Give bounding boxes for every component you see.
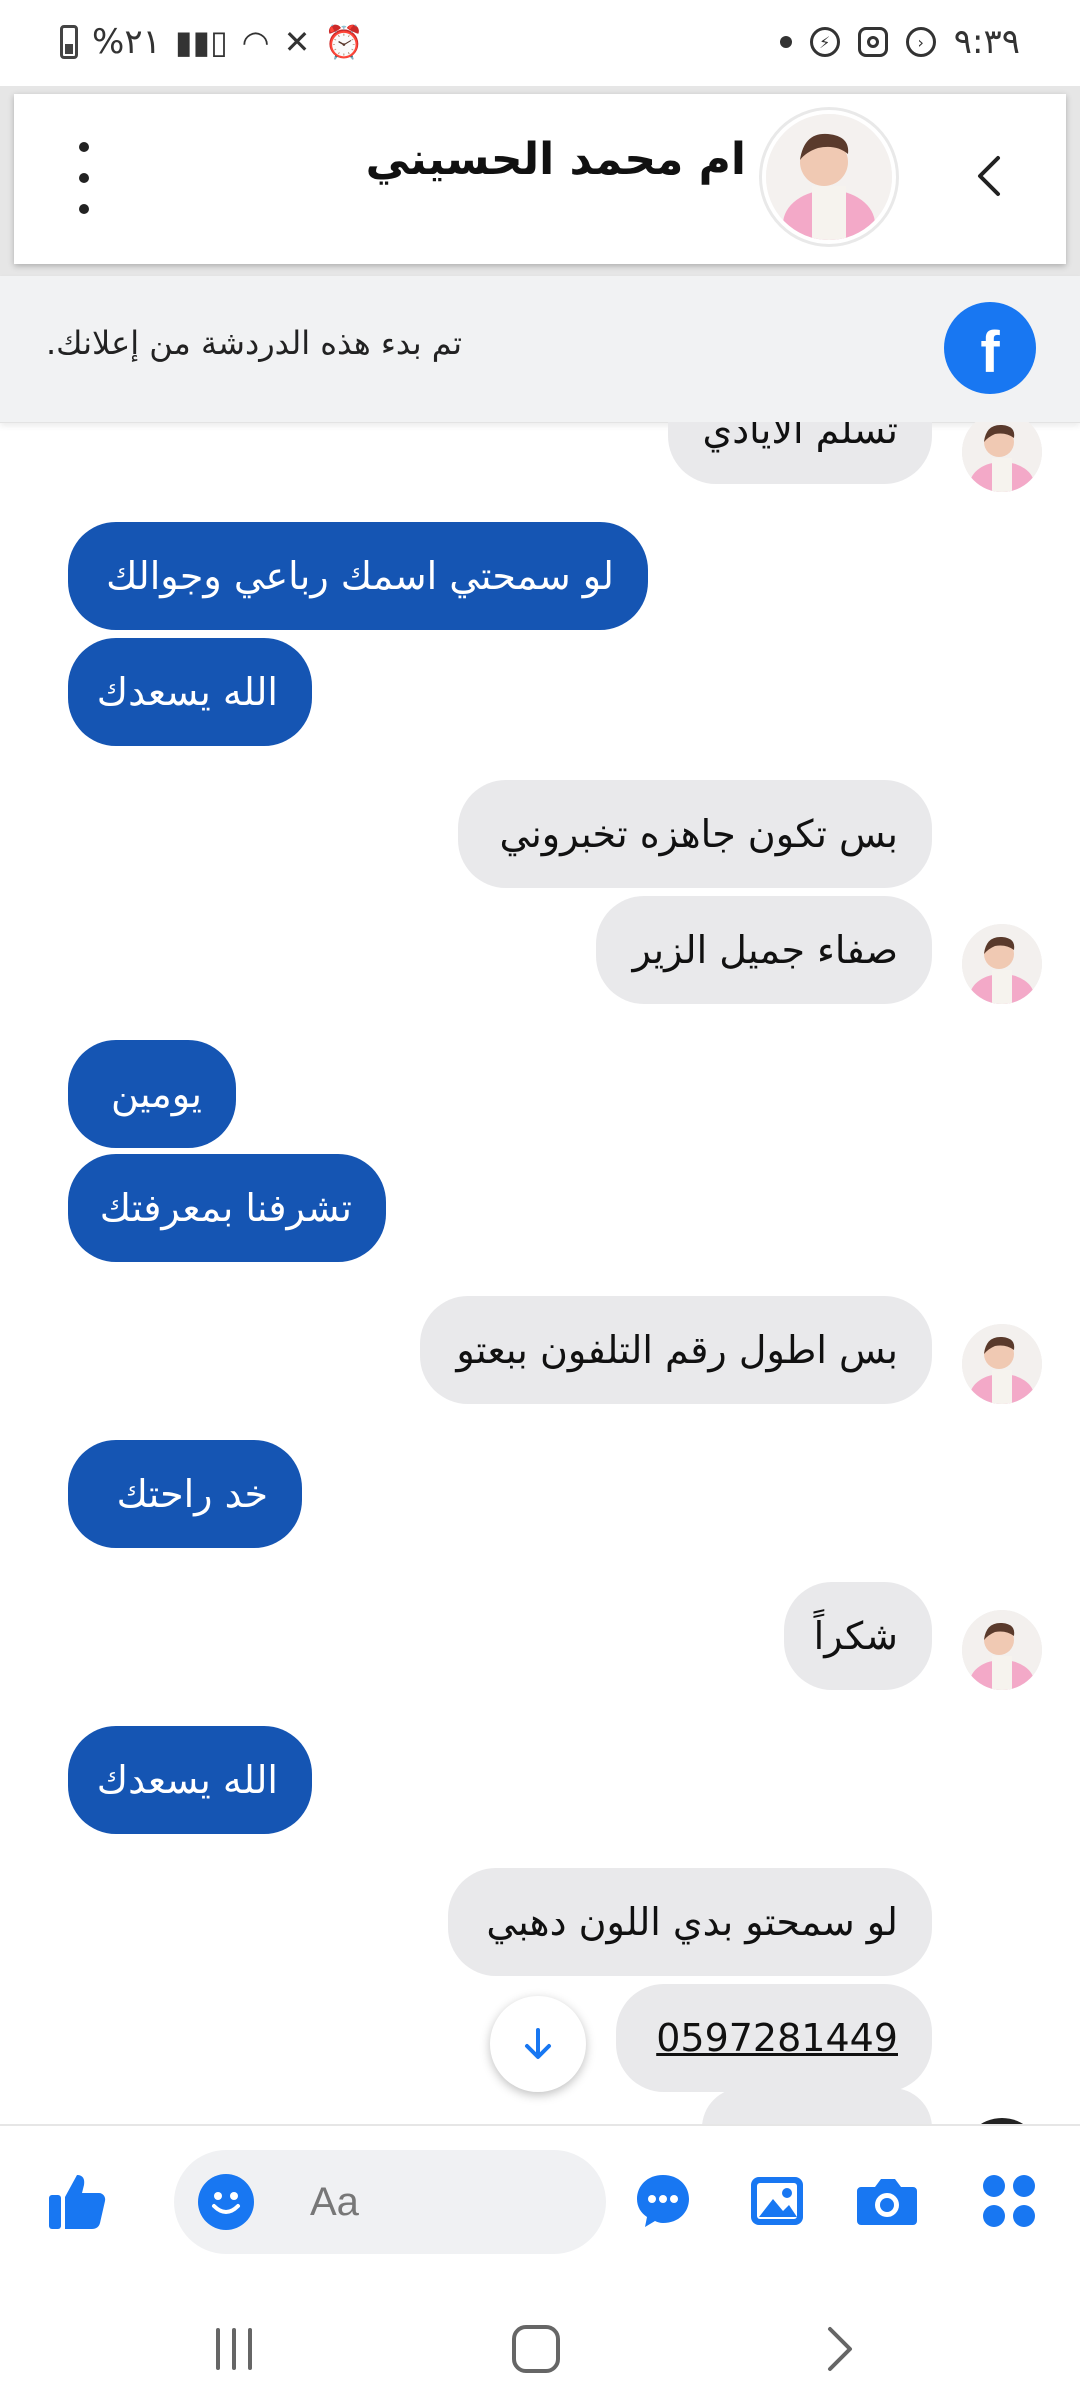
incoming-message[interactable]: لو سمحتو بدي اللون دهبي — [448, 1868, 932, 1976]
contact-avatar[interactable] — [762, 110, 896, 244]
gallery-button[interactable] — [744, 2168, 810, 2234]
message-text: تشرفنا بمعرفتك — [99, 1186, 352, 1230]
message-text: شكراً — [813, 1614, 898, 1658]
dot-icon — [79, 173, 89, 183]
avatar-image — [962, 1324, 1042, 1404]
chat-extensions-button[interactable] — [630, 2168, 696, 2234]
more-actions-button[interactable] — [976, 2168, 1042, 2234]
message-text: تسلم الايادي — [702, 422, 898, 452]
incoming-message[interactable]: صفاء جميل الزير — [596, 896, 932, 1004]
avatar-image — [962, 924, 1042, 1004]
thumbs-up-icon — [49, 2175, 106, 2229]
image-icon — [751, 2177, 803, 2225]
message-text: خد راحتك — [116, 1472, 268, 1516]
avatar-image — [766, 114, 892, 240]
outgoing-message[interactable]: يومين — [68, 1040, 236, 1148]
message-text: بس تكون جاهزه تخبروني — [499, 812, 898, 856]
message-text: لو سمحتو بدي اللون دهبي — [486, 1900, 898, 1944]
ad-origin-banner: .تم بدء هذه الدردشة من إعلانك f — [0, 276, 1080, 423]
incoming-message[interactable]: بس اطول رقم التلفون ببعتو — [420, 1296, 932, 1404]
camera-button[interactable] — [854, 2168, 920, 2234]
smiley-icon — [212, 2192, 240, 2214]
mute-icon: ✕ — [283, 23, 311, 61]
messenger-notification-icon: ⚡ — [809, 27, 840, 57]
instagram-notification-icon — [857, 27, 888, 57]
notification-dot-icon — [779, 36, 792, 48]
message-text: صفاء جميل الزير — [632, 928, 898, 972]
app-notification-icon: › — [905, 27, 936, 57]
contact-name[interactable]: ام محمد الحسيني — [366, 134, 746, 185]
like-button[interactable] — [44, 2168, 110, 2234]
ad-banner-text: .تم بدء هذه الدردشة من إعلانك — [46, 324, 462, 362]
scroll-to-bottom-button[interactable] — [490, 1996, 586, 2092]
outgoing-message[interactable]: الله يسعدك — [68, 638, 312, 746]
outgoing-message[interactable]: لو سمحتي اسمك رباعي وجوالك — [68, 522, 648, 630]
back-nav-button[interactable] — [800, 2314, 880, 2384]
avatar-image — [962, 1610, 1042, 1690]
message-input-placeholder: Aa — [310, 2180, 359, 2224]
chat-bubble-icon — [637, 2175, 689, 2227]
incoming-message[interactable]: شكراً — [784, 1582, 932, 1690]
status-right: ⚡ › ٩:٣٩ — [779, 22, 1020, 62]
battery-icon — [60, 25, 78, 59]
header-container: ام محمد الحسيني — [0, 86, 1080, 276]
more-options-button[interactable] — [72, 142, 96, 214]
signal-icon: ▮▮▯ — [174, 23, 228, 61]
outgoing-message[interactable]: تشرفنا بمعرفتك — [68, 1154, 386, 1262]
back-button[interactable] — [964, 146, 1014, 206]
home-button[interactable] — [496, 2314, 576, 2384]
sender-avatar[interactable] — [962, 422, 1042, 492]
message-text: الله يسعدك — [96, 1758, 278, 1802]
alarm-icon: ⏰ — [324, 23, 365, 61]
arrow-down-icon — [525, 2028, 551, 2059]
message-text: بس اطول رقم التلفون ببعتو — [456, 1328, 898, 1372]
battery-level: %٢١ — [92, 22, 161, 62]
facebook-icon: f — [944, 302, 1036, 394]
conversation-header: ام محمد الحسيني — [14, 94, 1066, 264]
home-icon — [512, 2325, 560, 2373]
recent-apps-button[interactable] — [194, 2314, 274, 2384]
emoji-button[interactable] — [198, 2174, 254, 2230]
message-text: لو سمحتي اسمك رباعي وجوالك — [106, 554, 614, 598]
chevron-left-icon — [978, 156, 1000, 196]
incoming-message[interactable] — [702, 2088, 932, 2124]
chevron-right-icon — [828, 2327, 852, 2371]
incoming-message[interactable]: تسلم الايادي — [668, 422, 932, 484]
message-list[interactable]: تسلم الايادي لو سمحتي اسمك رباعي وجوالك … — [0, 422, 1080, 2124]
status-bar: %٢١ ▮▮▯ ◠ ✕ ⏰ ⚡ › ٩:٣٩ — [0, 0, 1080, 86]
dot-icon — [79, 204, 89, 214]
message-text: الله يسعدك — [96, 670, 278, 714]
recents-icon — [216, 2328, 252, 2370]
camera-icon — [857, 2179, 917, 2225]
clock: ٩:٣٩ — [953, 22, 1020, 62]
status-left: %٢١ ▮▮▯ ◠ ✕ ⏰ — [60, 22, 364, 62]
avatar-image — [962, 422, 1042, 492]
sender-avatar[interactable] — [962, 924, 1042, 1004]
phone-number-link[interactable]: 0597281449 — [656, 2019, 898, 2057]
incoming-message[interactable]: 0597281449 — [616, 1984, 932, 2092]
sender-avatar[interactable] — [962, 1610, 1042, 1690]
sender-avatar[interactable] — [962, 1324, 1042, 1404]
incoming-message[interactable]: بس تكون جاهزه تخبروني — [458, 780, 932, 888]
system-navigation-bar — [0, 2284, 1080, 2408]
outgoing-message[interactable]: الله يسعدك — [68, 1726, 312, 1834]
message-composer: Aa — [0, 2124, 1080, 2286]
message-input[interactable]: Aa — [174, 2150, 606, 2254]
wifi-icon: ◠ — [241, 23, 270, 61]
message-text: يومين — [111, 1072, 202, 1116]
dot-icon — [79, 142, 89, 152]
outgoing-message[interactable]: خد راحتك — [68, 1440, 302, 1548]
four-dots-icon — [983, 2175, 1035, 2227]
